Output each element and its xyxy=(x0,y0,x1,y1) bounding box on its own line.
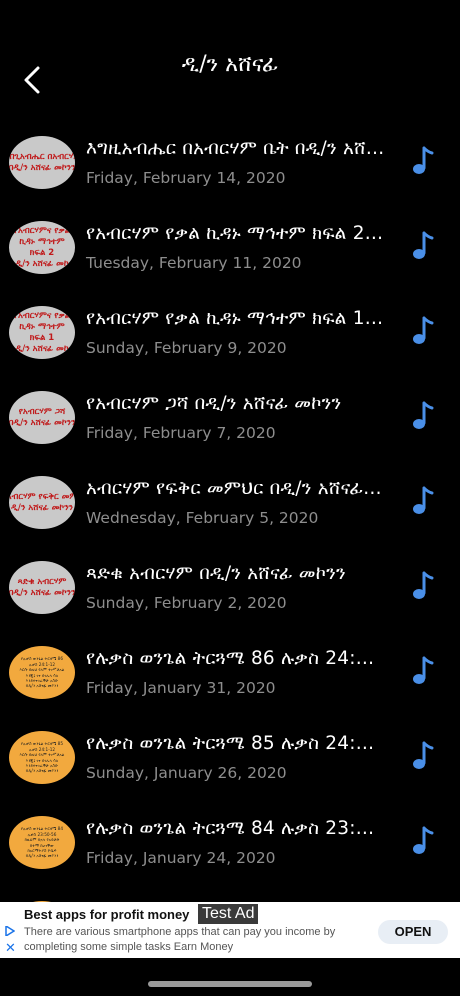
thumbnail-text: ኪዳኑ ማኅተም xyxy=(19,321,65,332)
episode-date: Friday, February 7, 2020 xyxy=(86,424,276,442)
episode-date: Sunday, January 26, 2020 xyxy=(86,764,287,782)
thumbnail-text: በዲ/ን አሸናፊ መኮንን xyxy=(25,853,59,859)
thumbnail-text: ዲ/ን አሸናፊ መኮ xyxy=(15,258,69,269)
episode-thumbnail: እብጊአብሔር በአብርሃምበዲ/ን አሸናፊ መኮንን xyxy=(9,136,75,189)
episode-date: Wednesday, February 5, 2020 xyxy=(86,509,319,527)
episode-date: Sunday, February 9, 2020 xyxy=(86,339,287,357)
thumbnail-text: ዲ/ን አሸናፊ መኮ xyxy=(15,343,69,354)
thumbnail-text: አብርሃም የፍቅር መም xyxy=(9,491,75,502)
list-item[interactable]: አብርሃም የፍቅር መም ዲ/ን አሸናፊ መኮንን አብርሃም የፍቅር መምህ… xyxy=(0,470,460,555)
thumbnail-text: በዲ/ን አሸናፊ መኮንን xyxy=(9,587,75,598)
episode-thumbnail: የሉቃስ ወንጌል ትርጓሜ 85 ሉቃስ 24:1-12 እርሱ በዚህ የለም … xyxy=(9,731,75,784)
list-item[interactable]: እብጊአብሔር በአብርሃምበዲ/ን አሸናፊ መኮንን እግዚአብሔር በአብር… xyxy=(0,130,460,215)
thumbnail-text: ክፍል 1 xyxy=(29,332,55,343)
episode-thumbnail: የአብርሃምና የቃል ኪዳኑ ማኅተም ክፍል 2 ዲ/ን አሸናፊ መኮ xyxy=(9,221,75,274)
thumbnail-text: ክፍል 2 xyxy=(29,247,55,258)
thumbnail-text: በዲ/ን አሸናፊ መኮንን xyxy=(25,683,59,689)
header: ዲ/ን አሸናፊ xyxy=(0,0,460,110)
thumbnail-text: የአብርሃምና የቃል xyxy=(13,225,71,236)
ad-banner[interactable]: ✕ Best apps for profit money Test Ad The… xyxy=(0,902,460,958)
list-item[interactable]: የአብርሃምና የቃል ኪዳኑ ማኅተም ክፍል 1 ዲ/ን አሸናፊ መኮ የአብርሃ… xyxy=(0,300,460,385)
episode-thumbnail: አብርሃም የፍቅር መም ዲ/ን አሸናፊ መኮንን xyxy=(9,476,75,529)
music-note-icon[interactable] xyxy=(410,826,434,856)
episode-thumbnail: የሉቃስ ወንጌል ትርጓሜ 84 ሉቃስ 23:50-56 ከዚህም በኋላ የአ… xyxy=(9,816,75,869)
music-note-icon[interactable] xyxy=(410,486,434,516)
list-item[interactable]: ጻድቁ አብርሃም በዲ/ን አሸናፊ መኮንን ጻድቁ አብርሃም በዲ/ን አሸ… xyxy=(0,555,460,640)
episode-title: ጻድቁ አብርሃም በዲ/ን አሸናፊ መኮንን xyxy=(86,563,346,584)
episode-date: Friday, January 31, 2020 xyxy=(86,679,276,697)
episode-date: Sunday, February 2, 2020 xyxy=(86,594,287,612)
episode-title: የአብርሃም ጋሻ በዲ/ን አሸናፊ መኮንን xyxy=(86,393,342,414)
episode-title: እግዚአብሔር በአብርሃም ቤት በዲ/ን አሸናፊ መኮንን xyxy=(86,138,386,159)
music-note-icon[interactable] xyxy=(410,741,434,771)
list-item[interactable]: የሉቃስ ወንጌል ትርጓሜ 84 ሉቃስ 23:50-56 ከዚህም በኋላ የአ… xyxy=(0,810,460,895)
thumbnail-text: የአብርሃምና የቃል xyxy=(13,310,71,321)
thumbnail-text: በዲ/ን አሸናፊ መኮንን xyxy=(25,768,59,774)
music-note-icon[interactable] xyxy=(410,231,434,261)
page-title: ዲ/ን አሸናፊ xyxy=(181,52,279,77)
ad-open-button[interactable]: OPEN xyxy=(378,920,448,944)
episode-title: የሉቃስ ወንጌል ትርጓሜ 85 ሉቃስ 24:1-12 xyxy=(86,733,386,754)
music-note-icon[interactable] xyxy=(410,146,434,176)
ad-choices-icon[interactable] xyxy=(5,926,15,936)
episode-date: Friday, January 24, 2020 xyxy=(86,849,276,867)
thumbnail-text: ዲ/ን አሸናፊ መኮንን xyxy=(10,502,73,513)
thumbnail-text: የአብርሃም ጋሻ xyxy=(18,406,66,417)
episode-thumbnail: የሉቃስ ወንጌል ትርጓሜ 86 ሉቃስ 24:1-12 እርሱ በዚህ የለም … xyxy=(9,646,75,699)
episode-title: የአብርሃም የቃል ኪዳኑ ማኅተም ክፍል 2 በዲ/ን አሸናፊ መኮንን xyxy=(86,223,386,244)
thumbnail-text: ኪዳኑ ማኅተም xyxy=(19,236,65,247)
episode-title: የሉቃስ ወንጌል ትርጓሜ 84 ሉቃስ 23:50-56 xyxy=(86,818,386,839)
episode-title: አብርሃም የፍቅር መምህር በዲ/ን አሸናፊ መኮንን xyxy=(86,478,386,499)
episode-date: Friday, February 14, 2020 xyxy=(86,169,286,187)
ad-body[interactable]: There are various smartphone apps that c… xyxy=(24,925,344,955)
episode-title: የአብርሃም የቃል ኪዳኑ ማኅተም ክፍል 1 በዲ/ን አሸናፊ መኮንን xyxy=(86,308,386,329)
ad-close-icon[interactable]: ✕ xyxy=(5,942,16,955)
list-item[interactable]: የሉቃስ ወንጌል ትርጓሜ 85 ሉቃስ 24:1-12 እርሱ በዚህ የለም … xyxy=(0,725,460,810)
list-item[interactable]: የአብርሃምና የቃል ኪዳኑ ማኅተም ክፍል 2 ዲ/ን አሸናፊ መኮ የአብርሃ… xyxy=(0,215,460,300)
list-item[interactable]: የሉቃስ ወንጌል ትርጓሜ 86 ሉቃስ 24:1-12 እርሱ በዚህ የለም … xyxy=(0,640,460,725)
episode-thumbnail: የአብርሃምና የቃል ኪዳኑ ማኅተም ክፍል 1 ዲ/ን አሸናፊ መኮ xyxy=(9,306,75,359)
list-item[interactable]: የአብርሃም ጋሻ በዲ/ን አሸናፊ መኮንን የአብርሃም ጋሻ በዲ/ን አሸ… xyxy=(0,385,460,470)
thumbnail-text: ጻድቁ አብርሃም xyxy=(17,576,67,587)
episode-thumbnail: የአብርሃም ጋሻ በዲ/ን አሸናፊ መኮንን xyxy=(9,391,75,444)
thumbnail-text: በዲ/ን አሸናፊ መኮንን xyxy=(9,417,75,428)
episode-title: የሉቃስ ወንጌል ትርጓሜ 86 ሉቃስ 24:1-12 xyxy=(86,648,386,669)
music-note-icon[interactable] xyxy=(410,656,434,686)
thumbnail-text: እብጊአብሔር በአብርሃም xyxy=(9,151,75,162)
music-note-icon[interactable] xyxy=(410,316,434,346)
ad-test-label: Test Ad xyxy=(198,904,259,924)
home-indicator xyxy=(148,981,312,987)
thumbnail-text: በዲ/ን አሸናፊ መኮንን xyxy=(9,162,75,173)
music-note-icon[interactable] xyxy=(410,571,434,601)
ad-title[interactable]: Best apps for profit money xyxy=(24,907,189,922)
music-note-icon[interactable] xyxy=(410,401,434,431)
episode-thumbnail: ጻድቁ አብርሃም በዲ/ን አሸናፊ መኮንን xyxy=(9,561,75,614)
episode-date: Tuesday, February 11, 2020 xyxy=(86,254,302,272)
